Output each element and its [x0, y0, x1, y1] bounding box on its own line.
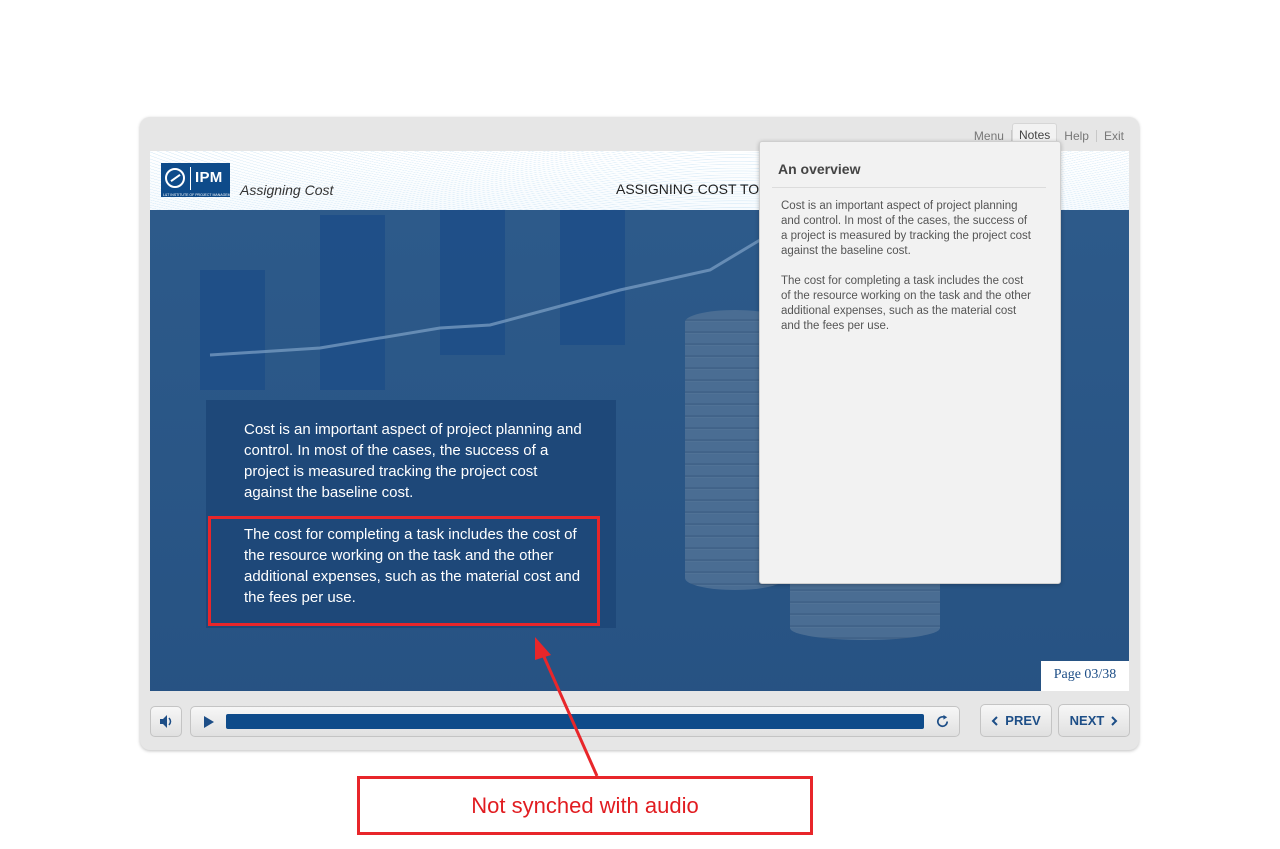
help-tab[interactable]: Help — [1057, 125, 1096, 147]
speaker-icon — [160, 715, 172, 728]
course-player: Menu Notes Help Exit IPM L&T INSTITUTE O… — [140, 117, 1139, 750]
logo-text: IPM — [195, 169, 223, 186]
chevron-left-icon — [991, 715, 999, 726]
notes-body: Cost is an important aspect of project p… — [781, 199, 1031, 349]
next-label: NEXT — [1069, 713, 1105, 728]
progress-bar[interactable] — [226, 714, 924, 729]
notes-paragraph: The cost for completing a task includes … — [781, 275, 1031, 332]
annotation-callout: Not synched with audio — [357, 776, 813, 835]
play-icon[interactable] — [204, 716, 214, 728]
divider — [772, 187, 1046, 188]
prev-button[interactable]: PREV — [980, 704, 1052, 737]
prev-label: PREV — [1005, 713, 1041, 728]
replay-icon[interactable] — [935, 714, 950, 729]
volume-button[interactable] — [150, 706, 182, 737]
notes-paragraph: Cost is an important aspect of project p… — [781, 200, 1031, 257]
chevron-right-icon — [1111, 715, 1118, 726]
next-button[interactable]: NEXT — [1058, 704, 1130, 737]
exit-tab[interactable]: Exit — [1097, 125, 1131, 147]
notes-title: An overview — [778, 161, 861, 177]
logo-subtext: L&T INSTITUTE OF PROJECT MANAGEMENT — [163, 193, 238, 197]
notes-panel: An overview Cost is an important aspect … — [759, 141, 1061, 584]
lt-logo-icon — [165, 168, 185, 188]
course-title: Assigning Cost — [240, 182, 334, 198]
page-counter: Page 03/38 — [1041, 661, 1129, 691]
playback-bar — [190, 706, 960, 737]
slide-paragraph: Cost is an important aspect of project p… — [244, 421, 582, 501]
ipm-logo: IPM L&T INSTITUTE OF PROJECT MANAGEMENT — [161, 163, 238, 197]
highlight-box — [208, 516, 600, 626]
logo-divider — [190, 167, 191, 190]
page-heading: ASSIGNING COST TO T — [616, 181, 772, 197]
